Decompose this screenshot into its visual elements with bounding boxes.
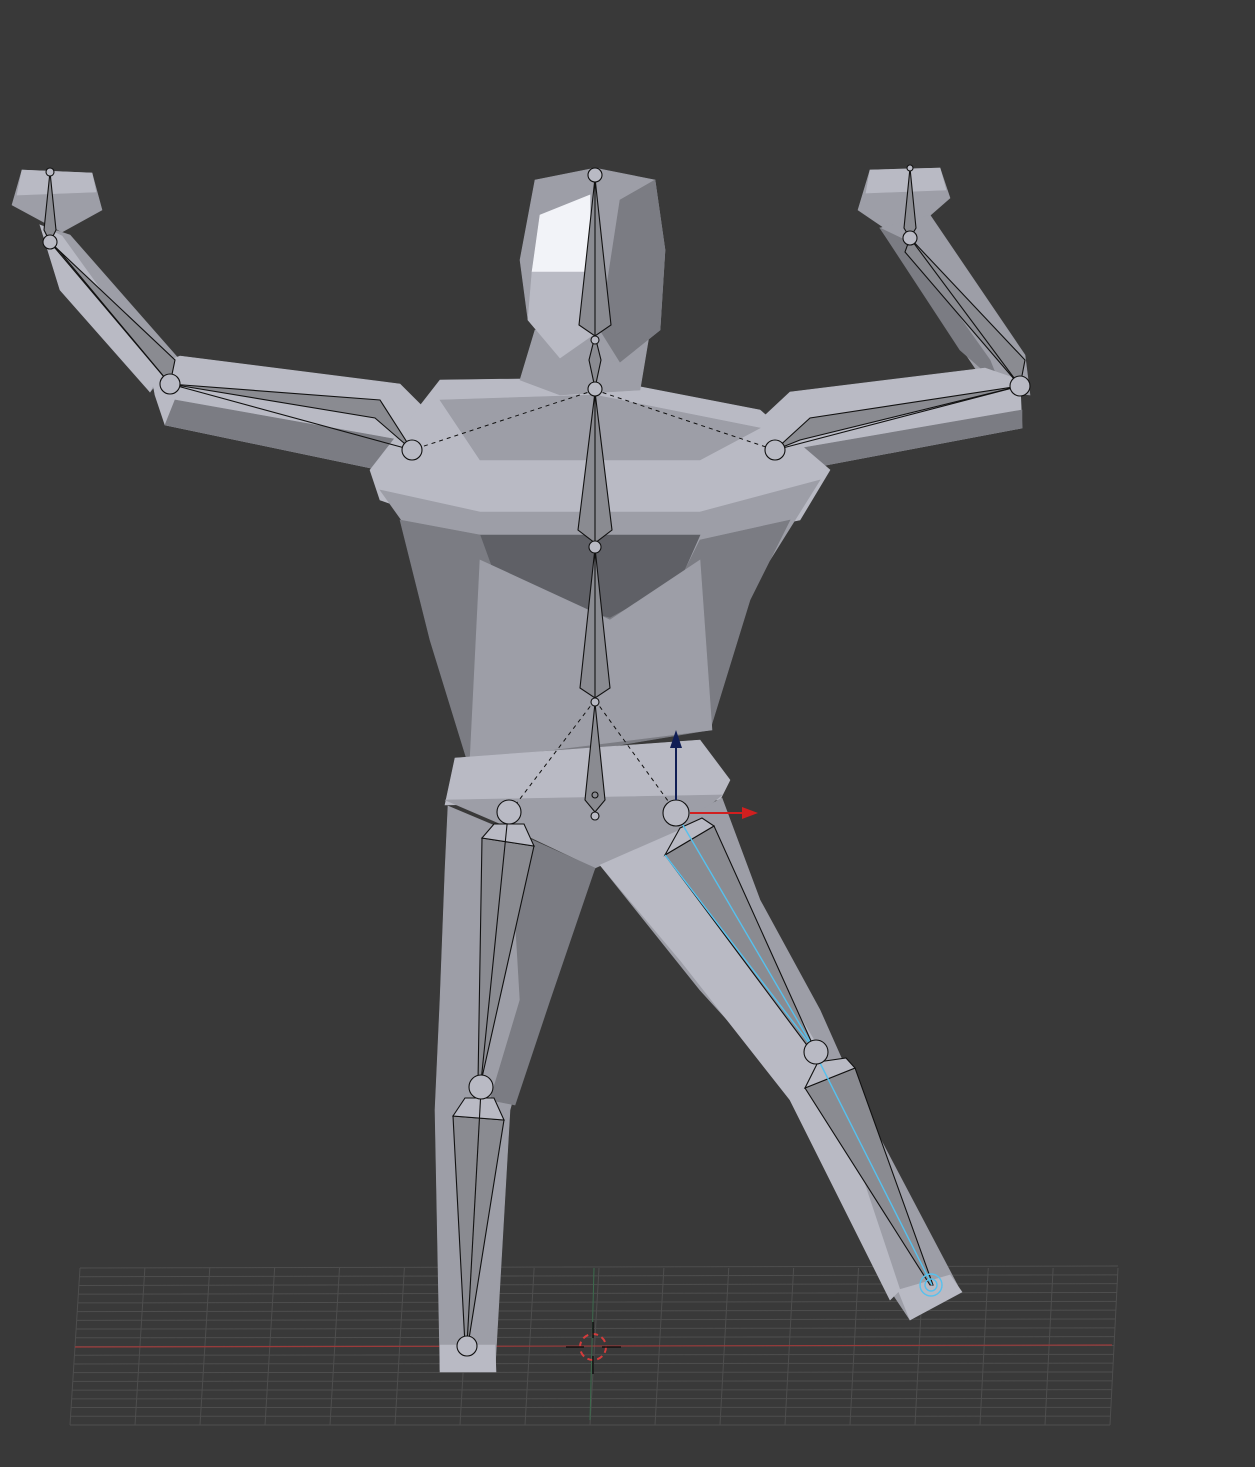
grid-line [979, 1267, 989, 1426]
grid-line [1109, 1267, 1119, 1426]
grid-line [654, 1267, 665, 1426]
grid-line [79, 1265, 1119, 1269]
grid-line [784, 1267, 795, 1426]
3d-cursor-icon [566, 1322, 621, 1374]
3d-viewport[interactable] [0, 0, 1255, 1467]
mesh-hand-left-top [16, 169, 97, 196]
grid-line [719, 1267, 730, 1426]
mesh-hand-right-top [865, 167, 947, 194]
gizmo-x-arrow-icon[interactable] [742, 807, 758, 819]
grid-line [1044, 1267, 1054, 1426]
bone-upperarm-left[interactable] [49, 241, 181, 395]
grid-line [849, 1267, 859, 1426]
